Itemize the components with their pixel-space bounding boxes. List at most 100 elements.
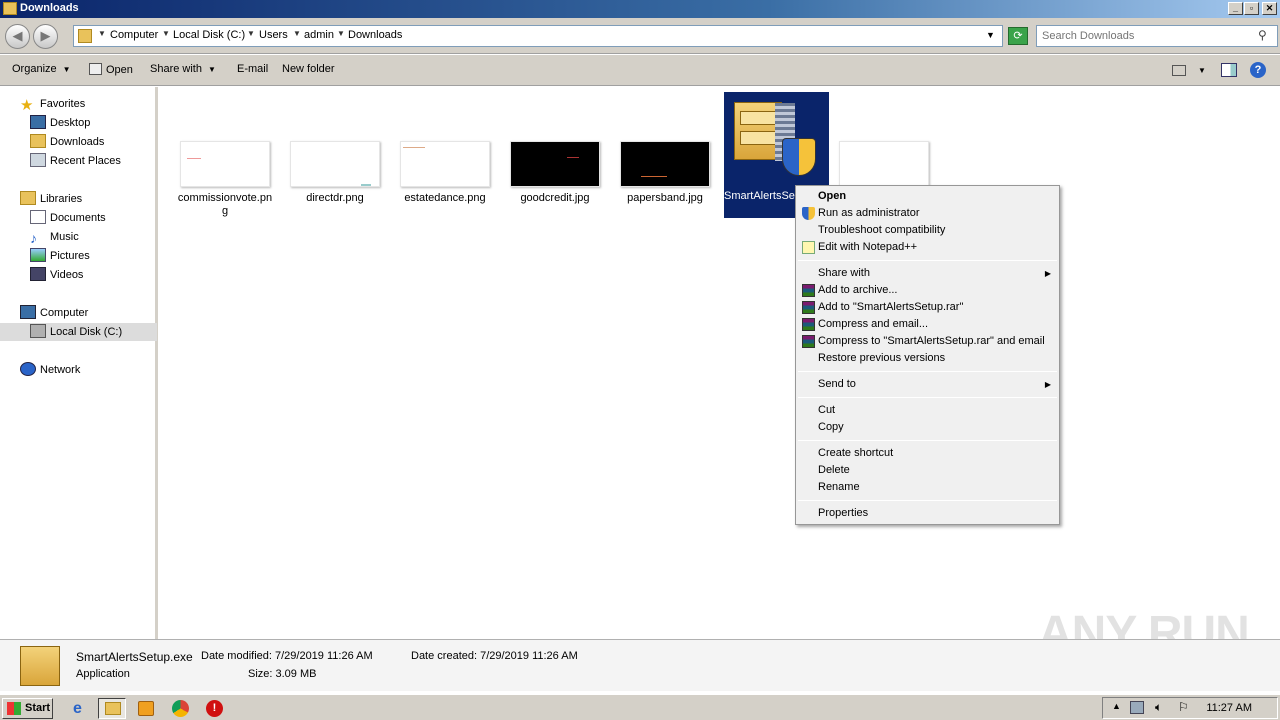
breadcrumb-local-disk[interactable]: Local Disk (C:)	[173, 29, 245, 41]
volume-icon[interactable]: 🔈︎	[1155, 700, 1162, 715]
menu-compress-email[interactable]: Compress and email...	[798, 316, 1057, 333]
menu-copy[interactable]: Copy	[798, 419, 1057, 436]
share-with-button[interactable]: Share with ▼	[150, 63, 216, 75]
maximize-button[interactable]: ▫	[1244, 2, 1259, 15]
file-item[interactable]: commissionvote.png	[175, 141, 275, 218]
context-menu: Open Run as administrator Troubleshoot c…	[795, 185, 1060, 525]
file-name: goodcredit.jpg	[520, 192, 590, 204]
start-button[interactable]: Start	[2, 698, 53, 719]
winrar-icon	[802, 335, 815, 348]
breadcrumb-users[interactable]: Users	[259, 29, 288, 41]
winrar-installer-icon	[20, 646, 60, 686]
file-item[interactable]: papersband.jpg	[615, 141, 715, 205]
thumbnail-detail	[187, 158, 201, 159]
pictures-icon	[30, 248, 46, 262]
network-tray-icon[interactable]	[1130, 701, 1144, 714]
taskbar-stop[interactable]: !	[200, 698, 228, 719]
menu-cut[interactable]: Cut	[798, 402, 1057, 419]
menu-add-to-rar[interactable]: Add to "SmartAlertsSetup.rar"	[798, 299, 1057, 316]
image-thumbnail	[620, 141, 710, 187]
file-item[interactable]: goodcredit.jpg	[505, 141, 605, 205]
chrome-icon	[172, 700, 189, 717]
file-list[interactable]: commissionvote.png directdr.png estateda…	[161, 87, 1280, 639]
image-thumbnail	[400, 141, 490, 187]
details-date-created: Date created: 7/29/2019 11:26 AM	[411, 650, 578, 662]
menu-delete[interactable]: Delete	[798, 462, 1057, 479]
folder-icon	[105, 702, 121, 715]
menu-create-shortcut[interactable]: Create shortcut	[798, 445, 1057, 462]
menu-restore-versions[interactable]: Restore previous versions	[798, 350, 1057, 367]
menu-add-to-archive[interactable]: Add to archive...	[798, 282, 1057, 299]
taskbar-explorer[interactable]	[98, 698, 126, 719]
menu-compress-rar-email[interactable]: Compress to "SmartAlertsSetup.rar" and e…	[798, 333, 1057, 350]
image-thumbnail	[510, 141, 600, 187]
menu-open[interactable]: Open	[798, 188, 1057, 205]
nav-libraries[interactable]: Libraries	[20, 190, 177, 208]
menu-properties[interactable]: Properties	[798, 505, 1057, 522]
breadcrumb-computer[interactable]: Computer	[110, 29, 158, 41]
network-icon	[20, 362, 36, 376]
file-name: papersband.jpg	[627, 192, 703, 204]
change-view-icon[interactable]	[1172, 65, 1186, 76]
details-size: Size: 3.09 MB	[248, 668, 317, 680]
close-button[interactable]: ✕	[1262, 2, 1277, 15]
desktop-icon	[30, 115, 46, 129]
file-item[interactable]: directdr.png	[285, 141, 385, 205]
star-icon: ★	[20, 97, 34, 114]
menu-run-as-admin[interactable]: Run as administrator	[798, 205, 1057, 222]
details-date-modified: Date modified: 7/29/2019 11:26 AM	[201, 650, 373, 662]
back-button[interactable]: ◀	[5, 24, 30, 49]
navigation-pane: ★ Favorites Desktop Downloads Recent Plac…	[0, 87, 158, 639]
chevron-down-icon[interactable]: ▼	[1198, 66, 1206, 75]
help-icon[interactable]: ?	[1250, 62, 1266, 78]
chevron-down-icon: ▼	[62, 65, 71, 74]
nav-favorites[interactable]: ★ Favorites	[20, 95, 177, 113]
breadcrumb-admin[interactable]: admin	[304, 29, 334, 41]
details-file-type: Application	[76, 668, 130, 680]
menu-separator	[798, 440, 1057, 441]
nav-network[interactable]: Network	[20, 361, 177, 379]
forward-button[interactable]: ▶	[33, 24, 58, 49]
system-tray: ▲ 🔈︎ ⚐ 11:27 AM	[1102, 697, 1278, 719]
action-center-flag-icon[interactable]: ⚐	[1178, 700, 1189, 714]
image-thumbnail[interactable]	[839, 141, 929, 187]
chevron-up-icon[interactable]: ▲	[1112, 701, 1121, 711]
open-button[interactable]: Open	[89, 63, 133, 76]
menu-edit-notepad[interactable]: Edit with Notepad++	[798, 239, 1057, 256]
menu-share-with[interactable]: Share with ▶	[798, 265, 1057, 282]
menu-rename[interactable]: Rename	[798, 479, 1057, 496]
taskbar: Start e ! ▲ 🔈︎ ⚐ 11:27 AM	[0, 694, 1280, 720]
window-title: Downloads	[20, 2, 79, 14]
search-box[interactable]: ⚲	[1036, 25, 1278, 47]
address-bar[interactable]: ▼ Computer ▼ Local Disk (C:) ▼ Users ▼ a…	[73, 25, 1003, 47]
taskbar-media-player[interactable]	[132, 698, 160, 719]
winrar-icon	[802, 284, 815, 297]
thumbnail-detail	[641, 176, 667, 177]
refresh-button[interactable]: ⟳	[1008, 27, 1028, 45]
submenu-arrow-icon: ▶	[1044, 269, 1051, 278]
menu-troubleshoot[interactable]: Troubleshoot compatibility	[798, 222, 1057, 239]
search-input[interactable]	[1042, 27, 1252, 45]
search-icon[interactable]: ⚲	[1258, 28, 1274, 44]
nav-computer[interactable]: Computer	[20, 304, 177, 322]
clock[interactable]: 11:27 AM	[1206, 702, 1252, 714]
winrar-installer-icon	[734, 102, 795, 161]
preview-pane-icon[interactable]	[1221, 63, 1237, 77]
menu-separator	[798, 260, 1057, 261]
chevron-down-icon[interactable]: ▼	[986, 30, 995, 40]
file-item[interactable]: estatedance.png	[395, 141, 495, 205]
taskbar-ie[interactable]: e	[66, 698, 94, 719]
organize-button[interactable]: Organize ▼	[12, 63, 71, 75]
menu-separator	[798, 500, 1057, 501]
menu-separator	[798, 397, 1057, 398]
breadcrumb-downloads[interactable]: Downloads	[348, 29, 402, 41]
folder-icon	[3, 2, 17, 15]
minimize-button[interactable]: _	[1228, 2, 1243, 15]
file-name: commissionvote.png	[177, 192, 273, 217]
thumbnail-detail	[567, 157, 579, 158]
menu-send-to[interactable]: Send to ▶	[798, 376, 1057, 393]
taskbar-chrome[interactable]	[166, 698, 194, 719]
new-folder-button[interactable]: New folder	[282, 63, 335, 75]
nav-local-disk[interactable]: Local Disk (C:)	[0, 323, 157, 341]
email-button[interactable]: E-mail	[237, 63, 268, 75]
